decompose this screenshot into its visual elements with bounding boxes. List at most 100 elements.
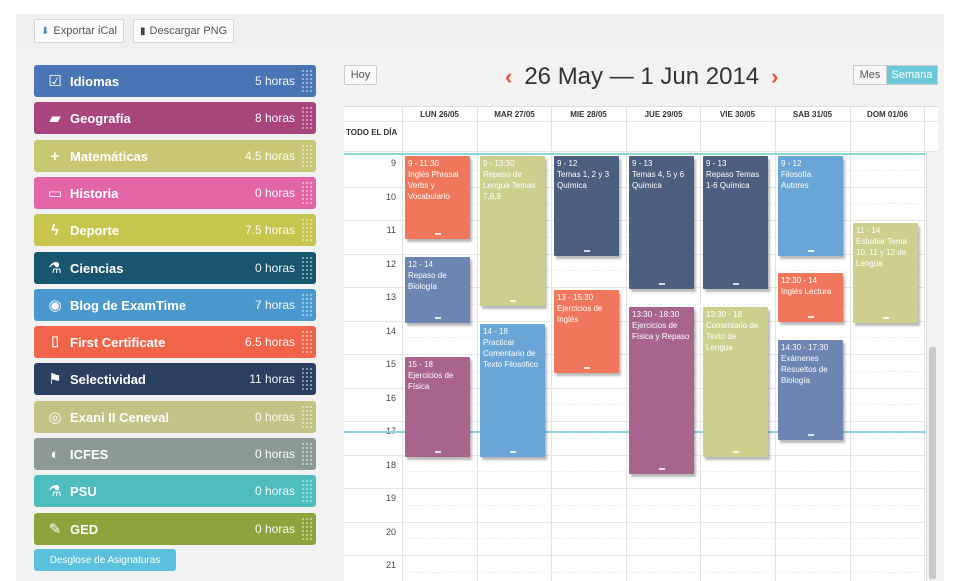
resize-handle[interactable] [658, 468, 665, 470]
day-start-line [344, 153, 926, 155]
subject-name: Historia [70, 185, 119, 201]
subject-hours: 6.5 horas [244, 335, 295, 349]
hour-label: 21 [385, 560, 396, 570]
column-divider [402, 107, 403, 581]
column-divider [551, 107, 552, 581]
calendar-event[interactable]: 15 - 18 Ejercicios de Física [405, 357, 470, 457]
drag-handle[interactable] [301, 106, 313, 130]
grid-scrollbar[interactable] [926, 151, 938, 581]
today-button[interactable]: Hoy [344, 65, 377, 85]
subject-row[interactable]: + Matemáticas 4.5 horas [34, 140, 316, 172]
lightning-icon: ϟ [51, 221, 59, 239]
drag-handle[interactable] [301, 479, 313, 503]
day-header[interactable]: MAR 27/05 [477, 107, 552, 121]
subject-row[interactable]: ⚑ Selectividad 11 horas [34, 363, 316, 395]
calendar-event[interactable]: 13:30 - 18 Comentario de Texto de Lengua [703, 307, 768, 457]
subject-row[interactable]: ◎ Exani II Ceneval 0 horas [34, 401, 316, 433]
calendar-event[interactable]: 12 - 14 Repaso de Biología [405, 257, 470, 323]
calendar-event[interactable]: 9 - 13 Repaso Temas 1-6 Química [703, 156, 768, 289]
drag-handle[interactable] [301, 330, 313, 354]
calendar-event[interactable]: 9 - 12 Temas 1, 2 y 3 Química [554, 156, 619, 256]
event-title: Temas 1, 2 y 3 Química [557, 170, 610, 190]
day-header[interactable]: DOM 01/06 [850, 107, 925, 121]
event-title: Temas 4, 5 y 6 Química [632, 170, 685, 190]
drag-handle[interactable] [301, 69, 313, 93]
resize-handle[interactable] [807, 316, 814, 318]
subject-row[interactable]: ✎ GED 0 horas [34, 513, 316, 545]
resize-handle[interactable] [732, 283, 739, 285]
event-time: 9 - 13:30 [483, 159, 515, 168]
resize-handle[interactable] [658, 283, 665, 285]
day-header[interactable]: VIE 30/05 [700, 107, 775, 121]
hour-label: 16 [385, 393, 396, 403]
export-ical-button[interactable]: ⬇ Exportar iCal [34, 19, 124, 43]
resize-handle[interactable] [509, 300, 516, 302]
resize-handle[interactable] [732, 451, 739, 453]
day-header[interactable]: LUN 26/05 [402, 107, 477, 121]
event-title: Comentario de Texto de Lengua [706, 321, 759, 352]
resize-handle[interactable] [807, 250, 814, 252]
subject-row[interactable]: ◐ ICFES 0 horas [34, 438, 316, 470]
drag-handle[interactable] [301, 293, 313, 317]
calendar-event[interactable]: 14 - 18 Practicar Comentario de Texto Fil… [480, 324, 545, 457]
desglose-button[interactable]: Desglose de Asignaturas [34, 549, 176, 571]
resize-handle[interactable] [583, 367, 590, 369]
subject-row[interactable]: ⚗ Ciencias 0 horas [34, 252, 316, 284]
drag-handle[interactable] [301, 405, 313, 429]
drag-handle[interactable] [301, 517, 313, 541]
calendar-header: ‹ 26 May — 1 Jun 2014 › [505, 62, 778, 92]
drag-handle[interactable] [301, 367, 313, 391]
drag-handle[interactable] [301, 181, 313, 205]
download-png-button[interactable]: ▮ Descargar PNG [133, 19, 235, 43]
calendar-event[interactable]: 12:30 - 14 Inglés Lectura [778, 273, 843, 322]
scroll-thumb[interactable] [929, 347, 936, 579]
subject-hours: 0 horas [254, 522, 295, 536]
hour-line [344, 555, 926, 556]
drag-handle[interactable] [301, 218, 313, 242]
view-month-button[interactable]: Mes [853, 65, 887, 85]
resize-handle[interactable] [509, 451, 516, 453]
event-title: Ejercicios de Física [408, 371, 454, 391]
subject-row[interactable]: ⚗ PSU 0 horas [34, 475, 316, 507]
subject-row[interactable]: ▰ Geografía 8 horas [34, 102, 316, 134]
drag-handle[interactable] [301, 256, 313, 280]
resize-handle[interactable] [434, 317, 441, 319]
calendar-event[interactable]: 9 - 13 Temas 4, 5 y 6 Química [629, 156, 694, 289]
calendar-event[interactable]: 13 - 15:30 Ejercicios de Inglés [554, 290, 619, 373]
subject-row[interactable]: ϟ Deporte 7.5 horas [34, 214, 316, 246]
resize-handle[interactable] [434, 451, 441, 453]
day-header[interactable]: SAB 31/05 [775, 107, 850, 121]
resize-handle[interactable] [882, 317, 889, 319]
prev-week-button[interactable]: ‹ [505, 64, 512, 90]
book-icon: ▰ [49, 110, 61, 127]
all-day-label: TODO EL DÍA [346, 128, 398, 137]
calendar-event[interactable]: 13:30 - 18:30 Ejercicios de Física y Repa… [629, 307, 694, 474]
hour-label: 9 [390, 158, 396, 168]
subject-row[interactable]: ⌷ First Certificate 6.5 horas [34, 326, 316, 358]
subject-row[interactable]: ◉ Blog de ExamTime 7 horas [34, 289, 316, 321]
calendar-event[interactable]: 9 - 11:30 Inglés Phrasal Verbs y Vocabula… [405, 156, 470, 239]
next-week-button[interactable]: › [771, 64, 778, 90]
day-header[interactable]: JUE 29/05 [626, 107, 701, 121]
event-title: Filosofía Autores [781, 170, 812, 190]
drag-handle[interactable] [301, 144, 313, 168]
drag-handle[interactable] [301, 442, 313, 466]
half-hour-line [402, 572, 926, 573]
calendar-event[interactable]: 14:30 - 17:30 Exámenes Resueltos de Biolo… [778, 340, 843, 440]
calendar-event[interactable]: 11 - 14 Estudiar Tema 10, 11 y 12 de Leng… [853, 223, 918, 323]
subject-row[interactable]: ☑ Idiomas 5 horas [34, 65, 316, 97]
subject-row[interactable]: ▭ Historia 0 horas [34, 177, 316, 209]
subject-hours: 0 horas [254, 447, 295, 461]
checkbox-icon: ☑ [48, 73, 62, 90]
event-time: 11 - 14 [856, 226, 881, 235]
view-week-button[interactable]: Semana [886, 65, 938, 85]
event-title: Repaso Temas 1-6 Química [706, 170, 760, 190]
day-header[interactable]: MIE 28/05 [551, 107, 626, 121]
calendar-event[interactable]: 9 - 13:30 Repaso de Lengua Temas 7,8,9 [480, 156, 545, 306]
resize-handle[interactable] [434, 233, 441, 235]
resize-handle[interactable] [583, 250, 590, 252]
resize-handle[interactable] [807, 434, 814, 436]
header-separator [344, 151, 938, 152]
event-time: 14 - 18 [483, 327, 508, 336]
calendar-event[interactable]: 9 - 12 Filosofía Autores [778, 156, 843, 256]
